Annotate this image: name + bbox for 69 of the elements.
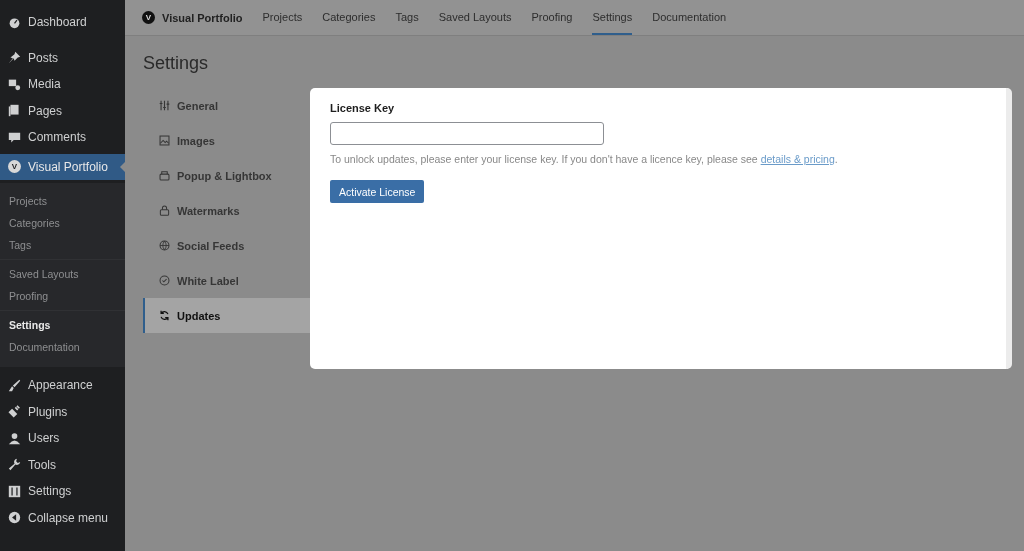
- nav-tab[interactable]: Documentation: [652, 0, 727, 35]
- sidebar-item[interactable]: Posts: [0, 44, 125, 71]
- brand-name: Visual Portfolio: [162, 11, 243, 24]
- sidebar-item-label: Tools: [28, 457, 56, 472]
- nav-tab[interactable]: Saved Layouts: [438, 0, 512, 35]
- sidebar-item[interactable]: Comments: [0, 124, 125, 151]
- field-label: License Key: [330, 102, 396, 114]
- nav-tab[interactable]: Settings: [592, 0, 633, 35]
- collapse-icon: [8, 511, 21, 525]
- section-tab[interactable]: Watermarks: [143, 193, 310, 228]
- sidebar-item-label: Dashboard: [28, 15, 87, 30]
- page-title: Settings: [143, 53, 210, 75]
- sidebar-item-label: Media: [28, 77, 61, 92]
- sidebar-item-label: Pages: [28, 103, 63, 118]
- sidebar-item[interactable]: V Visual Portfolio: [0, 153, 125, 180]
- section-tab[interactable]: Popup & Lightbox: [143, 158, 310, 193]
- nav-tab[interactable]: Categories: [322, 0, 376, 35]
- section-tab[interactable]: White Label: [143, 263, 310, 298]
- logo-icon: V: [8, 160, 21, 174]
- sidebar-item[interactable]: Tools: [0, 451, 125, 478]
- comment-icon: [8, 130, 21, 144]
- section-tab[interactable]: General: [143, 88, 310, 123]
- submenu-item[interactable]: Saved Layouts: [0, 263, 125, 285]
- popup-icon: [159, 170, 170, 181]
- check-circle-icon: [159, 275, 170, 286]
- sidebar-item-label: Posts: [28, 50, 58, 65]
- pages-icon: [8, 104, 21, 118]
- section-tab[interactable]: Images: [143, 123, 310, 158]
- sidebar-item[interactable]: Dashboard: [0, 9, 125, 36]
- sidebar-item[interactable]: Pages: [0, 97, 125, 124]
- globe-icon: [159, 240, 170, 251]
- submenu-item[interactable]: Categories: [0, 212, 125, 234]
- submenu-item[interactable]: Proofing: [0, 285, 125, 307]
- sidebar-item-label: Collapse menu: [28, 510, 109, 525]
- wrench-icon: [8, 458, 21, 472]
- media-icon: [8, 77, 21, 91]
- sidebar-item-label: Plugins: [28, 404, 68, 419]
- lock-icon: [159, 205, 170, 216]
- nav-tab[interactable]: Tags: [395, 0, 419, 35]
- sidebar-item-label: Appearance: [28, 378, 93, 393]
- nav-tab[interactable]: Projects: [262, 0, 303, 35]
- sidebar-item[interactable]: Users: [0, 425, 125, 452]
- pin-icon: [8, 51, 21, 65]
- help-text: To unlock updates, please enter your license key. If you don't have a licence key, please see details & pricing.: [330, 153, 839, 165]
- sidebar-item[interactable]: Appearance: [0, 372, 125, 399]
- details-pricing-link[interactable]: details & pricing: [760, 153, 835, 165]
- image-icon: [159, 135, 170, 146]
- submenu-item[interactable]: Tags: [0, 234, 125, 256]
- sidebar-item-label: Users: [28, 431, 60, 446]
- user-icon: [8, 431, 21, 445]
- section-tab[interactable]: Updates: [143, 298, 310, 333]
- license-key-field[interactable]: [330, 122, 604, 145]
- sidebar-item[interactable]: Collapse menu: [0, 504, 125, 531]
- nav-tab[interactable]: Proofing: [531, 0, 573, 35]
- sidebar-item-label: Comments: [28, 130, 86, 145]
- brush-icon: [8, 378, 21, 392]
- refresh-icon: [159, 310, 170, 321]
- submenu-item[interactable]: Documentation: [0, 336, 125, 358]
- sidebar-item[interactable]: Settings: [0, 478, 125, 505]
- sidebar-item-label: Settings: [28, 484, 72, 499]
- sidebar-item[interactable]: Media: [0, 71, 125, 98]
- dashboard-icon: [8, 15, 21, 29]
- activate-license-button[interactable]: Activate License: [330, 180, 425, 203]
- sidebar-item[interactable]: Plugins: [0, 398, 125, 425]
- logo-icon: V: [142, 11, 155, 24]
- submenu-item[interactable]: Projects: [0, 190, 125, 212]
- sidebar-item-label: Visual Portfolio: [28, 159, 108, 174]
- submenu-item[interactable]: Settings: [0, 314, 125, 336]
- section-tab[interactable]: Social Feeds: [143, 228, 310, 263]
